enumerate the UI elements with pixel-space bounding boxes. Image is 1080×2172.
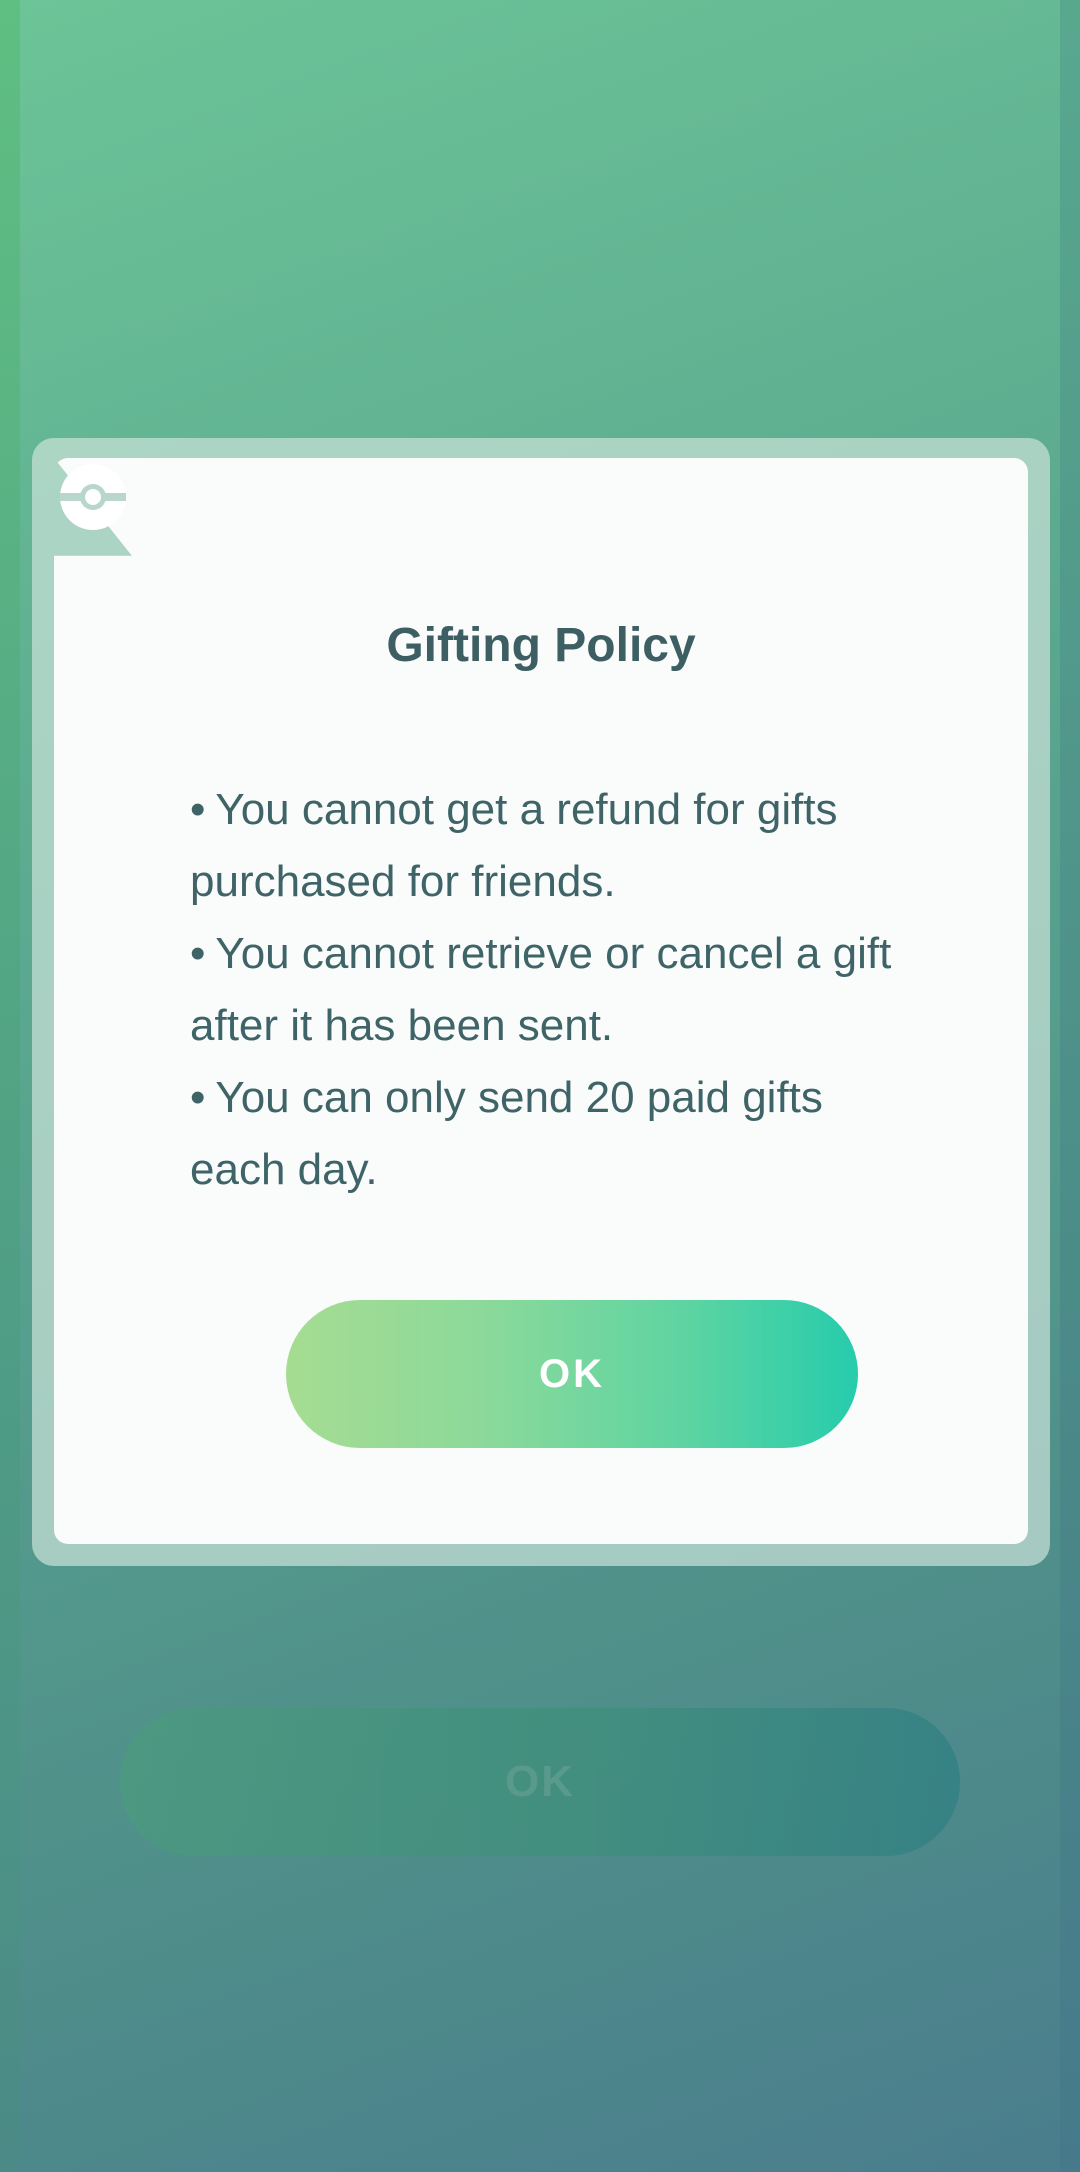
background-ok-label: OK (505, 1757, 575, 1806)
policy-item-text: You can only send 20 paid gifts each day… (190, 1073, 823, 1194)
policy-item: • You cannot get a refund for gifts purch… (190, 774, 930, 918)
screen: OK Gifting Policy • You cannot get a refu… (0, 0, 1080, 2172)
policy-item-text: You cannot get a refund for gifts purcha… (190, 785, 838, 906)
background-ok-button: OK (120, 1708, 960, 1856)
right-edge (1060, 0, 1080, 2172)
bullet: • (190, 785, 206, 834)
left-edge (0, 0, 20, 2172)
dialog-title: Gifting Policy (386, 619, 696, 672)
bullet: • (190, 1073, 206, 1122)
policy-item: • You can only send 20 paid gifts each da… (190, 1062, 930, 1206)
policy-item: • You cannot retrieve or cancel a gift af… (190, 918, 930, 1062)
bullet: • (190, 929, 206, 978)
pokeball-icon (60, 464, 126, 530)
policy-item-text: You cannot retrieve or cancel a gift aft… (190, 929, 892, 1050)
ok-button-label: OK (539, 1351, 605, 1396)
gifting-policy-dialog: Gifting Policy • You cannot get a refund … (32, 438, 1050, 1566)
ok-button[interactable]: OK (286, 1300, 858, 1448)
policy-list: • You cannot get a refund for gifts purch… (190, 774, 930, 1206)
